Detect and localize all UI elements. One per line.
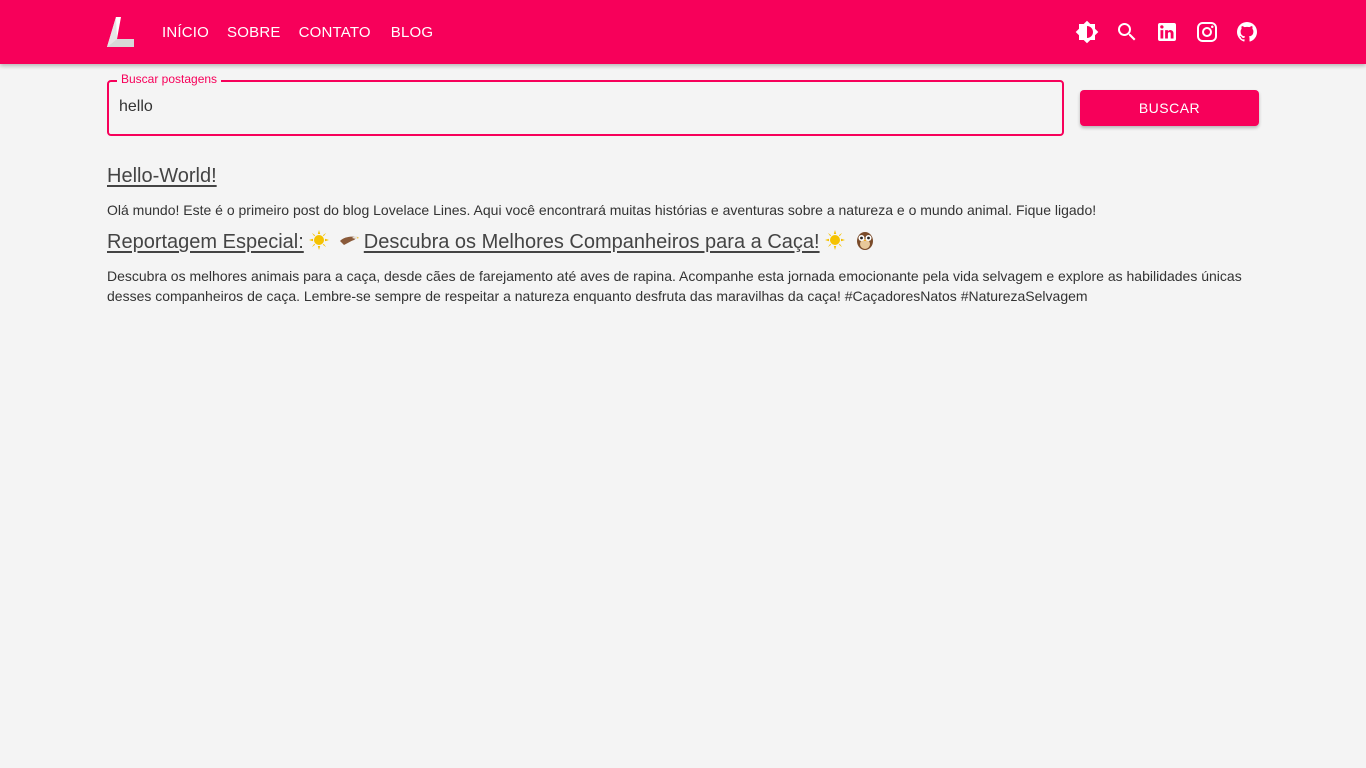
search-field: Buscar postagens — [107, 72, 1064, 136]
post-title-link[interactable]: Reportagem Especial: Descubra os Melhore… — [107, 228, 880, 256]
owl-emoji-icon — [856, 232, 873, 250]
search-label: Buscar postagens — [117, 72, 222, 86]
post-description: Descubra os melhores animais para a caça… — [107, 268, 1242, 304]
nav-contato[interactable]: CONTATO — [299, 24, 371, 41]
search-input[interactable] — [119, 96, 1039, 118]
app-bar: INÍCIO SOBRE CONTATO BLOG — [0, 0, 1366, 64]
logo-icon[interactable] — [107, 17, 135, 47]
theme-toggle-icon[interactable] — [1075, 20, 1099, 44]
post-item: Hello-World! Olá mundo! Este é o primeir… — [107, 162, 1259, 220]
linkedin-icon[interactable] — [1155, 20, 1179, 44]
sun-emoji-icon — [824, 230, 845, 250]
post-title-part1: Reportagem Especial: — [107, 231, 304, 253]
main-nav: INÍCIO SOBRE CONTATO BLOG — [162, 0, 451, 64]
header-actions — [1059, 0, 1259, 64]
post-description: Olá mundo! Este é o primeiro post do blo… — [107, 202, 1097, 218]
search-results: Hello-World! Olá mundo! Este é o primeir… — [107, 162, 1259, 306]
nav-sobre[interactable]: SOBRE — [227, 24, 281, 41]
nav-blog[interactable]: BLOG — [391, 24, 433, 41]
sun-emoji-icon — [308, 230, 329, 250]
instagram-icon[interactable] — [1195, 20, 1219, 44]
eagle-emoji-icon — [339, 236, 359, 245]
nav-inicio[interactable]: INÍCIO — [162, 24, 209, 41]
post-title-link[interactable]: Hello-World! — [107, 162, 217, 190]
github-icon[interactable] — [1235, 20, 1259, 44]
search-button[interactable]: BUSCAR — [1080, 90, 1259, 126]
post-title-part2: Descubra os Melhores Companheiros para a… — [363, 231, 820, 253]
post-item: Reportagem Especial: Descubra os Melhore… — [107, 228, 1259, 306]
search-icon[interactable] — [1115, 20, 1139, 44]
